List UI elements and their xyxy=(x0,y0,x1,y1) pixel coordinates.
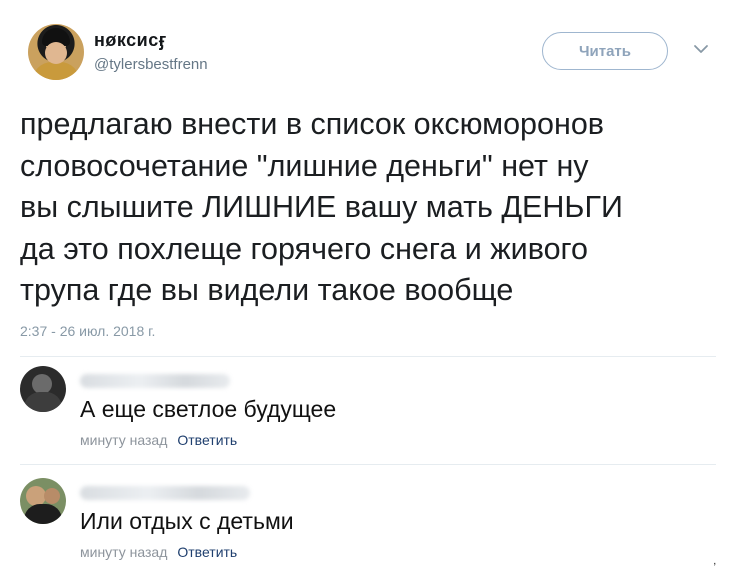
comment-text: Или отдых с детьми xyxy=(80,508,294,534)
blurred-username xyxy=(80,486,250,500)
divider xyxy=(20,464,716,465)
comment-time: минуту назад xyxy=(80,432,168,448)
display-name[interactable]: нøксисӻ xyxy=(94,30,167,51)
comment-item: А еще светлое будущее минуту назад Ответи… xyxy=(20,366,716,466)
follow-button[interactable]: Читать xyxy=(542,32,668,70)
reply-link[interactable]: Ответить xyxy=(177,544,237,560)
comment-meta: минуту назад Ответить xyxy=(80,544,237,560)
tweet-line: словосочетание "лишние деньги" нет ну xyxy=(20,148,589,183)
comment-meta: минуту назад Ответить xyxy=(80,432,237,448)
corner-mark: ‚ xyxy=(713,553,716,567)
user-avatar[interactable] xyxy=(28,24,84,80)
tweet-line: предлагаю внести в список оксюморонов xyxy=(20,107,604,141)
blurred-username xyxy=(80,374,230,388)
comment-time: минуту назад xyxy=(80,544,168,560)
chevron-down-icon[interactable] xyxy=(692,40,710,58)
tweet-line: трупа где вы видели такое вообще xyxy=(20,273,514,307)
reply-link[interactable]: Ответить xyxy=(177,432,237,448)
divider xyxy=(20,356,716,357)
tweet-line: да это похлеще горячего снега и живого xyxy=(20,231,588,266)
tweet-header: нøксисӻ @tylersbestfrenn Читать xyxy=(18,18,718,88)
comment-avatar[interactable] xyxy=(20,366,66,412)
tweet-text: предлагаю внести в список оксюморонов сл… xyxy=(20,104,720,312)
comment-item: Или отдых с детьми минуту назад Ответить xyxy=(20,478,716,570)
comment-text: А еще светлое будущее xyxy=(80,396,337,422)
comment-avatar[interactable] xyxy=(20,478,66,524)
tweet-timestamp[interactable]: 2:37 - 26 июл. 2018 г. xyxy=(20,323,155,339)
tweet-line: вы слышите ЛИШНИЕ вашу мать ДЕНЬГИ xyxy=(20,190,623,224)
user-handle[interactable]: @tylersbestfrenn xyxy=(94,56,208,73)
